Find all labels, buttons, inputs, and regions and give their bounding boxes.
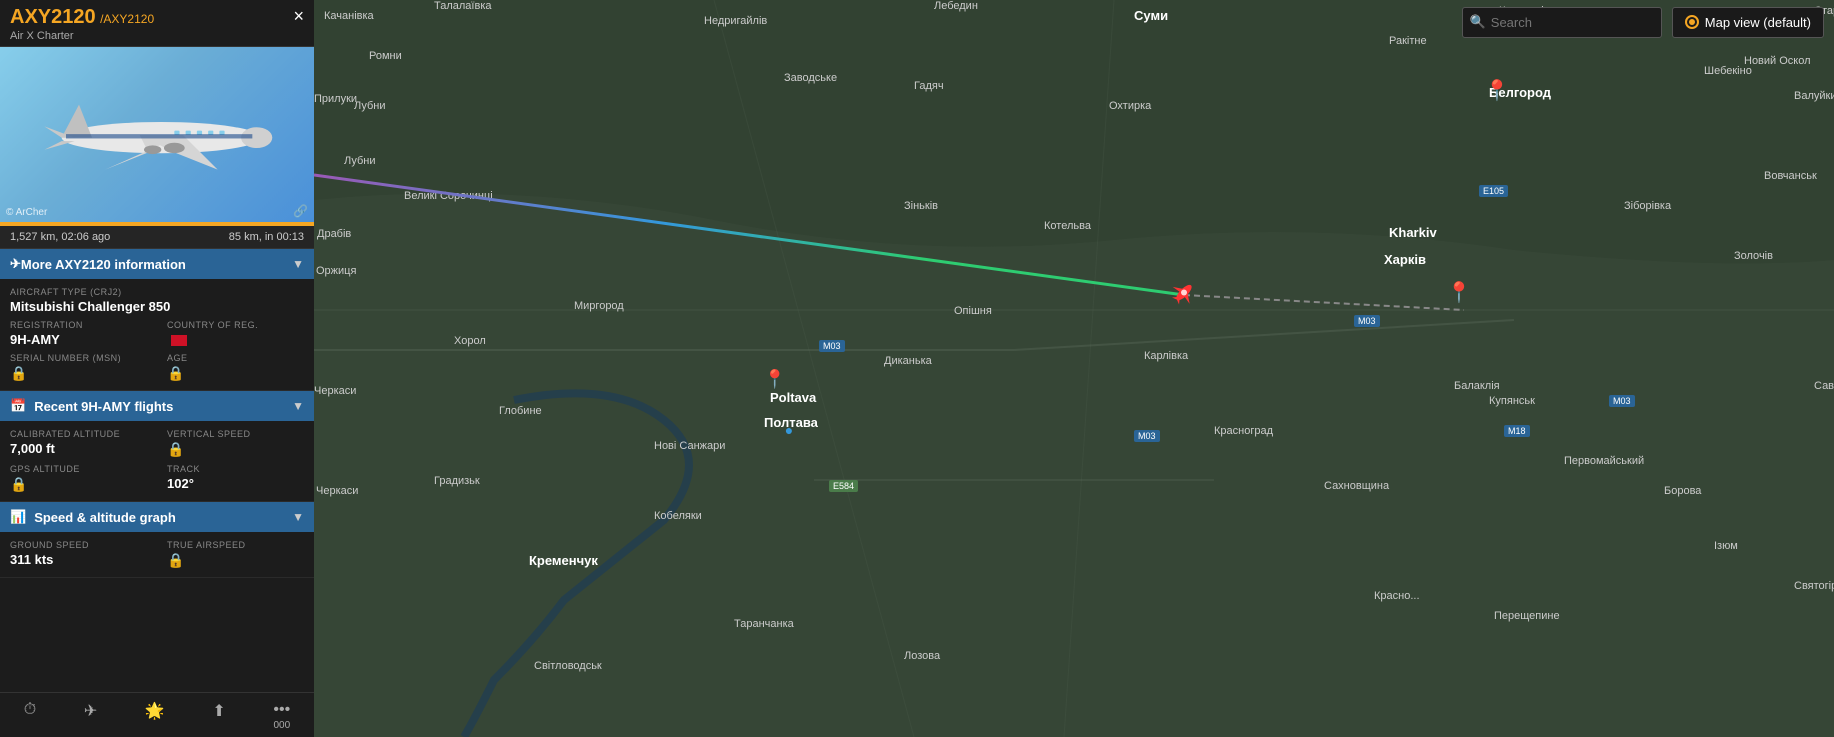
altitude-row: CALIBRATED ALTITUDE 7,000 ft VERTICAL SP… <box>10 429 304 458</box>
more-icon: ••• <box>273 701 290 719</box>
speed-graph-icon: 📊 <box>10 509 26 525</box>
calibrated-alt-value: 7,000 ft <box>10 441 147 456</box>
ground-speed-col: GROUND SPEED 311 kts <box>10 540 147 569</box>
search-input[interactable] <box>1462 7 1662 38</box>
aircraft-image: © ArCher 🔗 <box>0 47 314 222</box>
vertical-speed-label: VERTICAL SPEED <box>167 429 304 439</box>
aircraft-type-value: Mitsubishi Challenger 850 <box>10 299 304 314</box>
map-view-button[interactable]: Map view (default) <box>1672 7 1824 38</box>
gps-row: GPS ALTITUDE 🔒 TRACK 102° <box>10 464 304 493</box>
country-label: COUNTRY OF REG. <box>167 320 304 330</box>
recent-flights-chevron: ▼ <box>292 399 304 413</box>
aircraft-type-row: AIRCRAFT TYPE (CRJ2) Mitsubishi Challeng… <box>10 287 304 314</box>
registration-label: REGISTRATION <box>10 320 147 330</box>
kharkiv-pin: 📍 <box>1447 280 1472 305</box>
age-col: AGE 🔒 <box>167 353 304 382</box>
nav-item-clock[interactable]: ⏱ <box>18 699 42 733</box>
registration-col: REGISTRATION 9H-AMY <box>10 320 147 347</box>
nav-item-share[interactable]: ⬆ <box>206 699 231 733</box>
nav-item-more[interactable]: ••• 000 <box>267 699 296 733</box>
map-background <box>314 0 1834 737</box>
gps-alt-value: 🔒 <box>10 476 147 493</box>
bottom-nav: ⏱ ✈ 🌟 ⬆ ••• 000 <box>0 692 314 737</box>
speed-row: GROUND SPEED 311 kts TRUE AIRSPEED 🔒 <box>10 540 304 569</box>
age-label: AGE <box>167 353 304 363</box>
flight-id-sub: /AXY2120 <box>100 12 154 26</box>
plane-icon: ✈ <box>84 701 97 721</box>
share-icon: ⬆ <box>212 701 225 721</box>
speed-graph-label: Speed & altitude graph <box>34 510 292 525</box>
more-info-icon: ✈ <box>10 256 21 272</box>
recent-flights-header[interactable]: 📅 Recent 9H-AMY flights ▼ <box>0 391 314 421</box>
star-icon: 🌟 <box>145 701 165 721</box>
airline-name: Air X Charter <box>10 30 154 42</box>
more-info-header[interactable]: ✈ More AXY2120 information ▼ <box>0 249 314 279</box>
recent-flights-label: Recent 9H-AMY flights <box>34 399 292 414</box>
age-value: 🔒 <box>167 365 304 382</box>
track-value: 102° <box>167 476 304 491</box>
registration-value: 9H-AMY <box>10 332 147 347</box>
photo-link: 🔗 <box>293 204 308 218</box>
distance-right: 85 km, in 00:13 <box>229 231 304 243</box>
vertical-speed-value: 🔒 <box>167 441 304 458</box>
altitude-section: CALIBRATED ALTITUDE 7,000 ft VERTICAL SP… <box>0 421 314 502</box>
poltava-dot: ● <box>785 422 793 438</box>
calibrated-alt-col: CALIBRATED ALTITUDE 7,000 ft <box>10 429 147 458</box>
true-airspeed-value: 🔒 <box>167 552 304 569</box>
nav-more-label: 000 <box>273 720 290 731</box>
speed-section: GROUND SPEED 311 kts TRUE AIRSPEED 🔒 <box>0 532 314 578</box>
aircraft-type-col: AIRCRAFT TYPE (CRJ2) Mitsubishi Challeng… <box>10 287 304 314</box>
left-panel: AXY2120 /AXY2120 Air X Charter × <box>0 0 314 737</box>
country-value <box>167 332 304 347</box>
search-icon: 🔍 <box>1470 14 1486 30</box>
country-col: COUNTRY OF REG. <box>167 320 304 347</box>
track-label: TRACK <box>167 464 304 474</box>
panel-header: AXY2120 /AXY2120 Air X Charter × <box>0 0 314 47</box>
speed-graph-chevron: ▼ <box>292 510 304 524</box>
radio-icon <box>1685 15 1699 29</box>
map-view-label: Map view (default) <box>1705 15 1811 30</box>
photo-credit: © ArCher <box>6 207 47 218</box>
belgorod-pin: 📍 <box>1485 78 1510 103</box>
aircraft-type-section: AIRCRAFT TYPE (CRJ2) Mitsubishi Challeng… <box>0 279 314 391</box>
true-airspeed-label: TRUE AIRSPEED <box>167 540 304 550</box>
serial-value: 🔒 <box>10 365 147 382</box>
airplane-marker <box>1168 277 1200 314</box>
speed-graph-header[interactable]: 📊 Speed & altitude graph ▼ <box>0 502 314 532</box>
gps-alt-label: GPS ALTITUDE <box>10 464 147 474</box>
flight-id-main: AXY2120 <box>10 6 96 28</box>
map-topbar: 🔍 Map view (default) <box>314 0 1834 44</box>
poltava-pin: 📍 <box>764 369 786 390</box>
registration-row: REGISTRATION 9H-AMY COUNTRY OF REG. <box>10 320 304 347</box>
close-button[interactable]: × <box>293 6 304 27</box>
aircraft-type-label: AIRCRAFT TYPE (CRJ2) <box>10 287 304 297</box>
distance-left: 1,527 km, 02:06 ago <box>10 231 110 243</box>
flag-icon <box>171 335 187 346</box>
map-container: Суми Краснопілля Ракітне Пролетарськ Шеб… <box>314 0 1834 737</box>
more-info-label: More AXY2120 information <box>21 257 292 272</box>
recent-flights-icon: 📅 <box>10 398 26 414</box>
vertical-speed-col: VERTICAL SPEED 🔒 <box>167 429 304 458</box>
search-wrapper: 🔍 <box>1462 7 1662 38</box>
more-info-chevron: ▼ <box>292 257 304 271</box>
serial-col: SERIAL NUMBER (MSN) 🔒 <box>10 353 147 382</box>
clock-icon: ⏱ <box>24 701 36 719</box>
ground-speed-label: GROUND SPEED <box>10 540 147 550</box>
nav-item-plane[interactable]: ✈ <box>78 699 103 733</box>
serial-label: SERIAL NUMBER (MSN) <box>10 353 147 363</box>
distance-bar: 1,527 km, 02:06 ago 85 km, in 00:13 <box>0 226 314 249</box>
true-airspeed-col: TRUE AIRSPEED 🔒 <box>167 540 304 569</box>
aircraft-svg <box>27 75 287 195</box>
serial-row: SERIAL NUMBER (MSN) 🔒 AGE 🔒 <box>10 353 304 382</box>
calibrated-alt-label: CALIBRATED ALTITUDE <box>10 429 147 439</box>
flight-id-line: AXY2120 /AXY2120 <box>10 6 154 29</box>
track-col: TRACK 102° <box>167 464 304 493</box>
ground-speed-value: 311 kts <box>10 552 147 567</box>
gps-alt-col: GPS ALTITUDE 🔒 <box>10 464 147 493</box>
nav-item-star[interactable]: 🌟 <box>139 699 171 733</box>
flight-info: AXY2120 /AXY2120 Air X Charter <box>10 6 154 42</box>
